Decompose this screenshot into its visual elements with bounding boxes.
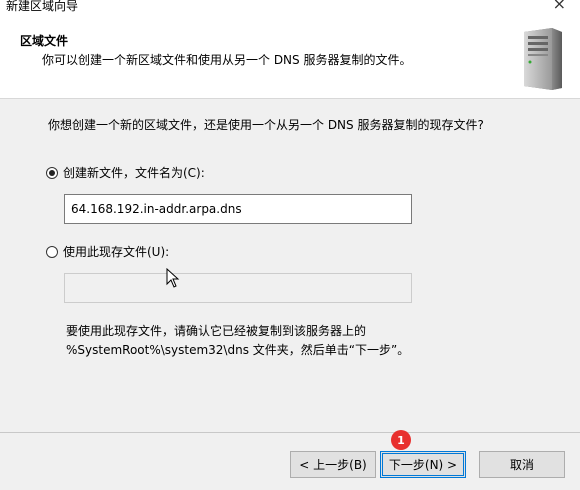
- existing-file-input: [64, 273, 412, 303]
- option-create-new[interactable]: 创建新文件，文件名为(C):: [46, 164, 205, 181]
- window-title: 新建区域向导: [6, 0, 79, 13]
- use-existing-label: 使用此现存文件(U):: [63, 245, 170, 259]
- wizard-header: 区域文件 你可以创建一个新区域文件和使用从另一个 DNS 服务器复制的文件。: [0, 16, 580, 99]
- create-new-radio[interactable]: [46, 166, 58, 179]
- server-icon: [524, 28, 562, 90]
- step-badge: 1: [391, 430, 411, 450]
- back-button[interactable]: < 上一步(B): [290, 451, 376, 478]
- note-line-2: %SystemRoot%\system32\dns 文件夹，然后单击“下一步”。: [66, 343, 410, 357]
- title-bar: 新建区域向导 ×: [0, 0, 580, 16]
- close-icon[interactable]: ×: [553, 0, 566, 12]
- next-button[interactable]: 下一步(N) >: [380, 451, 466, 478]
- header-title: 区域文件: [20, 34, 69, 48]
- cancel-button[interactable]: 取消: [479, 451, 565, 478]
- header-subtitle: 你可以创建一个新区域文件和使用从另一个 DNS 服务器复制的文件。: [42, 53, 412, 67]
- create-new-label: 创建新文件，文件名为(C):: [63, 166, 205, 180]
- new-file-name-input[interactable]: 64.168.192.in-addr.arpa.dns: [64, 194, 412, 224]
- footer-divider: [0, 432, 580, 433]
- note-line-1: 要使用此现存文件，请确认它已经被复制到该服务器上的: [66, 324, 367, 338]
- option-use-existing[interactable]: 使用此现存文件(U):: [46, 243, 169, 260]
- question-text: 你想创建一个新的区域文件，还是使用一个从另一个 DNS 服务器复制的现存文件?: [48, 118, 484, 132]
- use-existing-radio[interactable]: [46, 245, 58, 258]
- mouse-cursor-icon: [166, 268, 180, 288]
- existing-file-note: 要使用此现存文件，请确认它已经被复制到该服务器上的 %SystemRoot%\s…: [66, 322, 409, 360]
